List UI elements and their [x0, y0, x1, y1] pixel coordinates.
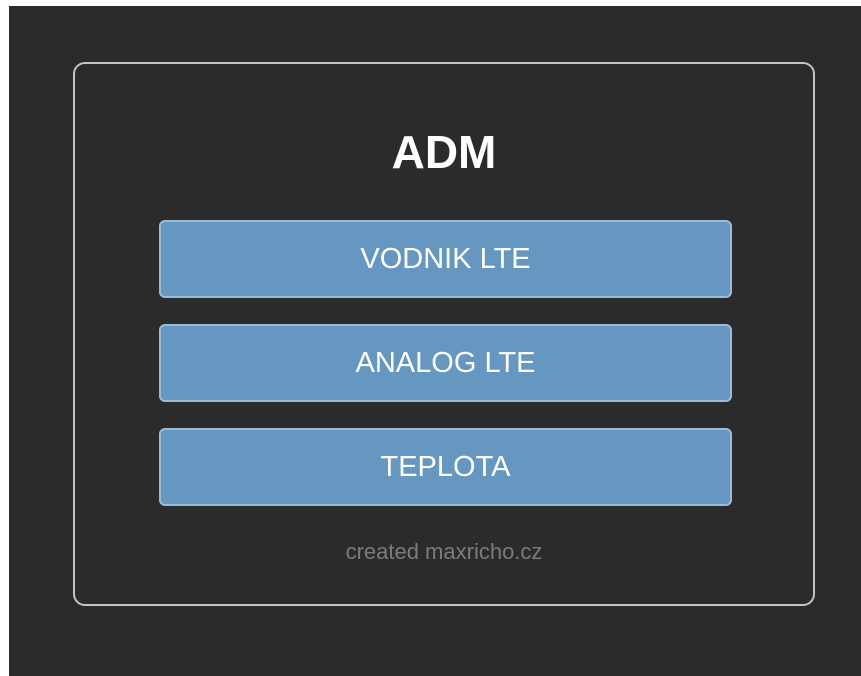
analog-lte-button[interactable]: ANALOG LTE — [159, 324, 732, 402]
menu-card: ADM VODNIK LTE ANALOG LTE TEPLOTA create… — [73, 62, 815, 606]
teplota-button[interactable]: TEPLOTA — [159, 428, 732, 506]
page-title: ADM — [391, 126, 497, 178]
vodnik-lte-button[interactable]: VODNIK LTE — [159, 220, 732, 298]
app-screen: ADM VODNIK LTE ANALOG LTE TEPLOTA create… — [9, 6, 861, 676]
footer-credit: created maxricho.cz — [345, 539, 543, 564]
